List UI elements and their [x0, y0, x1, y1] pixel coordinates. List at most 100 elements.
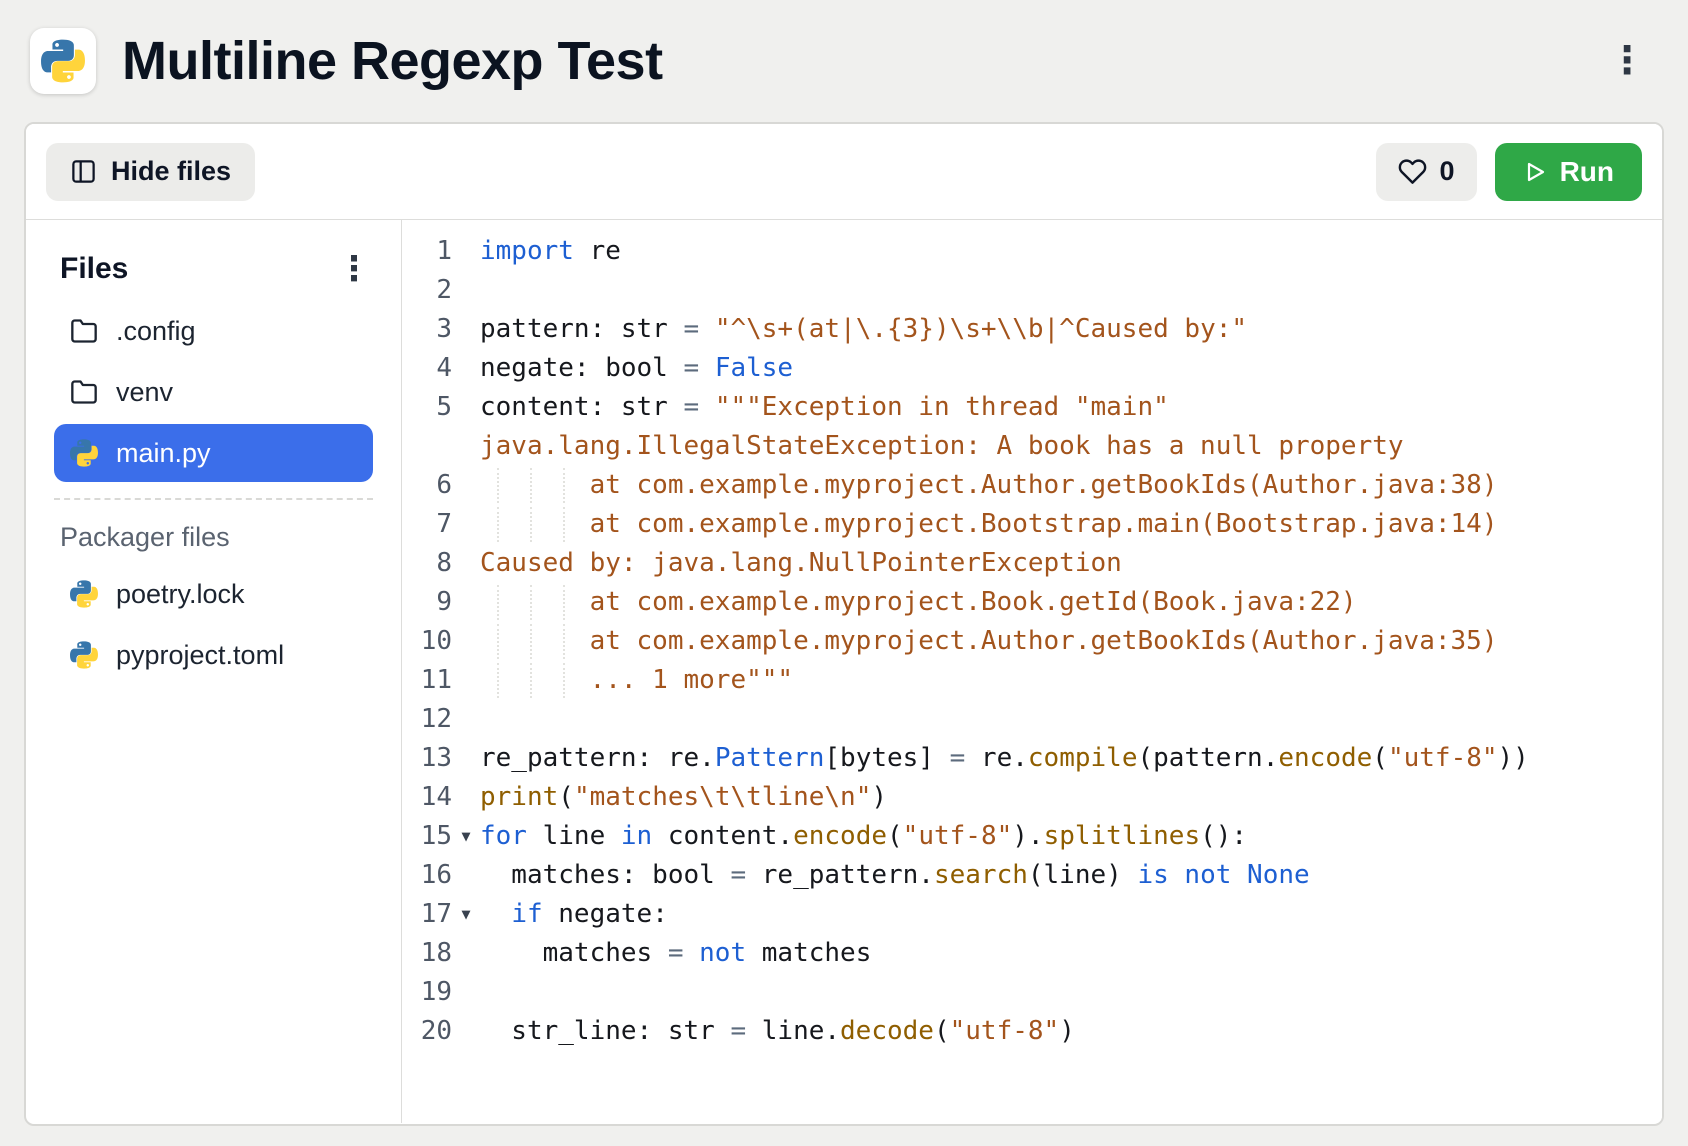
code-text: if negate:: [480, 895, 668, 934]
indent-guide: [497, 585, 499, 620]
sidebar-item-config[interactable]: .config: [54, 302, 373, 360]
files-kebab-menu-icon[interactable]: ⋮: [337, 252, 371, 286]
line-number[interactable]: 13: [410, 739, 452, 778]
run-label: Run: [1560, 156, 1614, 188]
page-title: Multiline Regexp Test: [122, 30, 1582, 92]
app-header: Multiline Regexp Test ⋮: [0, 0, 1688, 122]
sidebar-item-venv[interactable]: venv: [54, 363, 373, 421]
file-name: poetry.lock: [116, 579, 245, 610]
code-line[interactable]: 16 matches: bool = re_pattern.search(lin…: [402, 856, 1662, 895]
code-text: import re: [480, 232, 621, 271]
indent-guide: [530, 468, 532, 503]
app-logo: [30, 28, 96, 94]
file-name: venv: [116, 377, 173, 408]
code-text: for line in content.encode("utf-8").spli…: [480, 817, 1247, 856]
line-number[interactable]: 1: [410, 232, 452, 271]
code-text: matches: bool = re_pattern.search(line) …: [480, 856, 1310, 895]
code-text: content: str = """Exception in thread "m…: [480, 388, 1169, 427]
like-button[interactable]: 0: [1376, 143, 1477, 201]
line-number[interactable]: 18: [410, 934, 452, 973]
line-number[interactable]: 11: [410, 661, 452, 700]
python-icon: [70, 641, 98, 669]
sidebar-item-main-py[interactable]: main.py: [54, 424, 373, 482]
hide-files-button[interactable]: Hide files: [46, 143, 255, 201]
code-text: negate: bool = False: [480, 349, 793, 388]
code-line[interactable]: 2: [402, 271, 1662, 310]
sidebar-item-poetry-lock[interactable]: poetry.lock: [54, 565, 373, 623]
indent-guide: [530, 663, 532, 698]
code-text: pattern: str = "^\s+(at|\.{3})\s+\\b|^Ca…: [480, 310, 1247, 349]
code-text: java.lang.IllegalStateException: A book …: [480, 427, 1404, 466]
code-line[interactable]: 18 matches = not matches: [402, 934, 1662, 973]
line-number[interactable]: 5: [410, 388, 452, 427]
python-icon: [70, 439, 98, 467]
code-line[interactable]: 15▼for line in content.encode("utf-8").s…: [402, 817, 1662, 856]
run-button[interactable]: Run: [1495, 143, 1642, 201]
line-number[interactable]: 7: [410, 505, 452, 544]
line-number[interactable]: 12: [410, 700, 452, 739]
code-text: re_pattern: re.Pattern[bytes] = re.compi…: [480, 739, 1529, 778]
code-line[interactable]: 7 at com.example.myproject.Bootstrap.mai…: [402, 505, 1662, 544]
toolbar-right: 0 Run: [1376, 143, 1642, 201]
line-number[interactable]: 19: [410, 973, 452, 1012]
code-line[interactable]: 11 ... 1 more""": [402, 661, 1662, 700]
code-line[interactable]: 1 import re: [402, 232, 1662, 271]
line-number[interactable]: 15: [410, 817, 452, 856]
code-line[interactable]: 9 at com.example.myproject.Book.getId(Bo…: [402, 583, 1662, 622]
folder-icon: [70, 378, 98, 406]
indent-guide: [563, 585, 565, 620]
python-icon: [70, 580, 98, 608]
line-number[interactable]: 4: [410, 349, 452, 388]
files-header-row: Files ⋮: [60, 252, 371, 286]
line-number[interactable]: 20: [410, 1012, 452, 1051]
file-name: .config: [116, 316, 196, 347]
indent-guide: [530, 507, 532, 542]
code-text: print("matches\t\tline\n"): [480, 778, 887, 817]
fold-marker-icon[interactable]: ▼: [452, 895, 480, 934]
line-number[interactable]: 16: [410, 856, 452, 895]
python-logo-icon: [41, 39, 85, 83]
code-line[interactable]: 6 at com.example.myproject.Author.getBoo…: [402, 466, 1662, 505]
hide-files-label: Hide files: [111, 156, 231, 187]
fold-marker-icon[interactable]: ▼: [452, 817, 480, 856]
folder-icon: [70, 317, 98, 345]
indent-guide: [563, 624, 565, 659]
code-text: ... 1 more""": [480, 661, 793, 700]
line-number[interactable]: 2: [410, 271, 452, 310]
code-text: at com.example.myproject.Bootstrap.main(…: [480, 505, 1497, 544]
packager-files-header: Packager files: [60, 522, 367, 553]
toolbar: Hide files 0 Run: [26, 124, 1662, 220]
code-line[interactable]: 17▼ if negate:: [402, 895, 1662, 934]
code-line[interactable]: 5 content: str = """Exception in thread "…: [402, 388, 1662, 427]
line-number[interactable]: 17: [410, 895, 452, 934]
code-line[interactable]: 20 str_line: str = line.decode("utf-8"): [402, 1012, 1662, 1051]
code-line[interactable]: 8 Caused by: java.lang.NullPointerExcepti…: [402, 544, 1662, 583]
line-number[interactable]: 6: [410, 466, 452, 505]
indent-guide: [497, 468, 499, 503]
indent-guide: [530, 624, 532, 659]
header-kebab-menu-icon[interactable]: ⋮: [1608, 42, 1646, 80]
code-line[interactable]: 14 print("matches\t\tline\n"): [402, 778, 1662, 817]
indent-guide: [497, 663, 499, 698]
code-text: Caused by: java.lang.NullPointerExceptio…: [480, 544, 1122, 583]
code-line[interactable]: 4 negate: bool = False: [402, 349, 1662, 388]
code-line[interactable]: 19: [402, 973, 1662, 1012]
code-editor[interactable]: 1 import re 23 pattern: str = "^\s+(at|\.{3…: [402, 220, 1662, 1123]
indent-guide: [563, 663, 565, 698]
sidebar-item-pyproject-toml[interactable]: pyproject.toml: [54, 626, 373, 684]
line-number[interactable]: 14: [410, 778, 452, 817]
code-line[interactable]: java.lang.IllegalStateException: A book …: [402, 427, 1662, 466]
card-body: Files ⋮ .config venv main.py Packager fi…: [26, 220, 1662, 1123]
code-line[interactable]: 13 re_pattern: re.Pattern[bytes] = re.com…: [402, 739, 1662, 778]
files-sidebar: Files ⋮ .config venv main.py Packager fi…: [26, 220, 402, 1123]
line-number[interactable]: 3: [410, 310, 452, 349]
code-line[interactable]: 12: [402, 700, 1662, 739]
line-number[interactable]: 9: [410, 583, 452, 622]
line-number[interactable]: 8: [410, 544, 452, 583]
line-number[interactable]: 10: [410, 622, 452, 661]
indent-guide: [563, 507, 565, 542]
code-line[interactable]: 3 pattern: str = "^\s+(at|\.{3})\s+\\b|^C…: [402, 310, 1662, 349]
code-line[interactable]: 10 at com.example.myproject.Author.getBo…: [402, 622, 1662, 661]
indent-guide: [497, 624, 499, 659]
code-text: at com.example.myproject.Author.getBookI…: [480, 622, 1497, 661]
